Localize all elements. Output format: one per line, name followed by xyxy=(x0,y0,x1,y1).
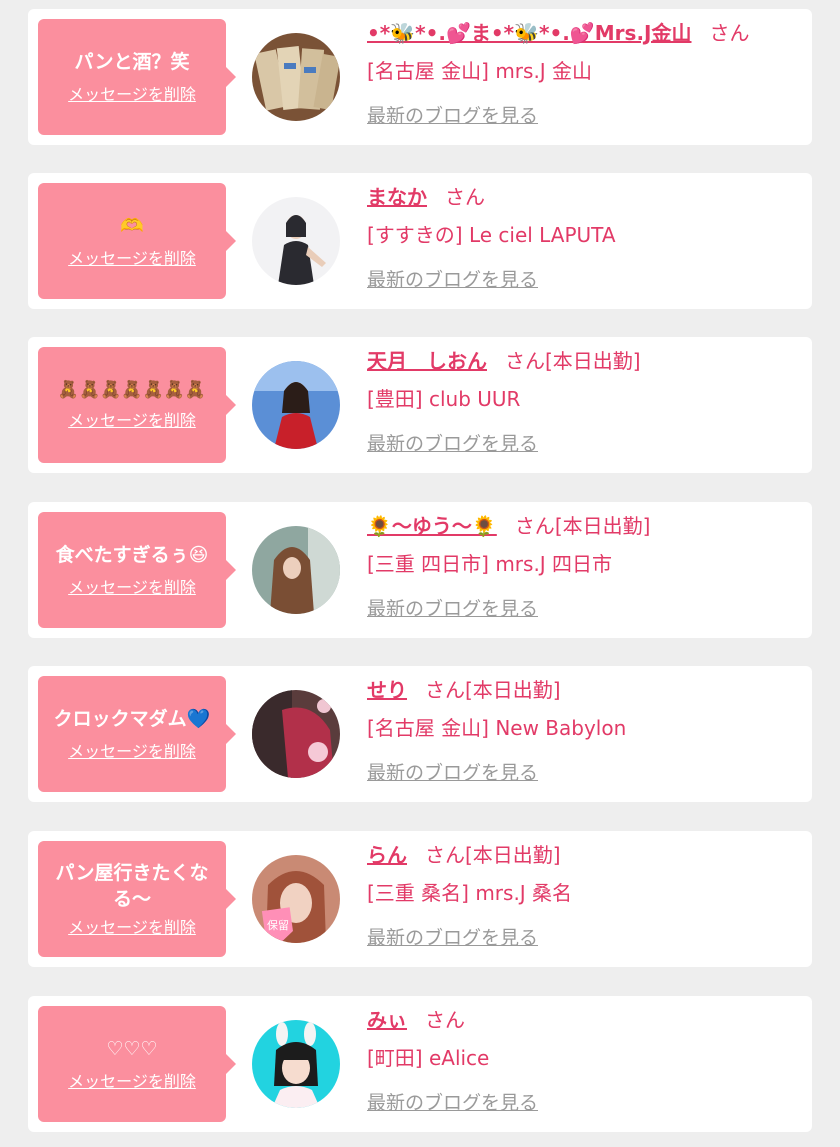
latest-blog-link[interactable]: 最新のブログを見る xyxy=(367,267,538,293)
woman-photo-avatar-icon: 保留 xyxy=(252,855,340,943)
member-info: らん さん[本日出勤] [三重 桑名] mrs.J 桑名 最新のブログを見る xyxy=(367,841,802,951)
message-list: パンと酒？笑 メッセージを削除 •*🐝*•.💕ま•*🐝*•.💕Mrs.J金山 さん… xyxy=(0,0,840,1147)
message-bubble: クロックマダム💙 メッセージを削除 xyxy=(38,676,236,792)
member-name-link[interactable]: •*🐝*•.💕ま•*🐝*•.💕Mrs.J金山 xyxy=(367,21,691,45)
member-name-link[interactable]: まなか xyxy=(367,185,427,209)
name-line: 🌻～ゆう～🌻 さん[本日出勤] xyxy=(367,512,802,540)
avatar[interactable] xyxy=(252,690,340,778)
message-card: 食べたすぎるぅ😆 メッセージを削除 🌻～ゆう～🌻 さん[本日出勤] [三重 四日市… xyxy=(28,502,812,638)
avatar[interactable]: 保留 xyxy=(252,855,340,943)
honorific: さん xyxy=(514,514,555,538)
message-text: 🧸🧸🧸🧸🧸🧸🧸 xyxy=(57,380,207,400)
name-line: みぃ さん xyxy=(367,1006,802,1034)
honorific: さん xyxy=(425,1008,465,1032)
shop-label: [三重 桑名] mrs.J 桑名 xyxy=(367,881,573,905)
shop-label: [三重 四日市] mrs.J 四日市 xyxy=(367,552,613,576)
woman-photo-avatar-icon xyxy=(252,197,340,285)
member-info: 天月 しおん さん[本日出勤] [豊田] club UUR 最新のブログを見る xyxy=(367,347,802,457)
honorific: さん xyxy=(709,21,750,45)
message-bubble: 食べたすぎるぅ😆 メッセージを削除 xyxy=(38,512,236,628)
member-info: せり さん[本日出勤] [名古屋 金山] New Babylon 最新のブログを見… xyxy=(367,676,802,786)
message-text: パンと酒？笑 xyxy=(74,51,190,73)
bread-photo-avatar-icon xyxy=(252,33,340,121)
delete-message-link[interactable]: メッセージを削除 xyxy=(68,411,196,431)
shop-label: [豊田] club UUR xyxy=(367,387,521,411)
delete-message-link[interactable]: メッセージを削除 xyxy=(68,249,196,269)
member-info: •*🐝*•.💕ま•*🐝*•.💕Mrs.J金山 さん [名古屋 金山] mrs.J … xyxy=(367,19,802,129)
avatar[interactable] xyxy=(252,197,340,285)
woman-photo-avatar-icon xyxy=(252,1020,340,1108)
shop-label: [すすきの] Le ciel LAPUTA xyxy=(367,223,616,247)
message-card: 🧸🧸🧸🧸🧸🧸🧸 メッセージを削除 天月 しおん さん[本日出勤] [豊田] clu… xyxy=(28,337,812,473)
honorific: さん xyxy=(425,843,465,867)
delete-message-link[interactable]: メッセージを削除 xyxy=(68,85,196,105)
member-name-link[interactable]: せり xyxy=(367,678,407,702)
shop-label: [町田] eAlice xyxy=(367,1046,490,1070)
name-line: せり さん[本日出勤] xyxy=(367,676,802,704)
status-badge: [本日出勤] xyxy=(465,843,561,867)
message-card: ♡♡♡ メッセージを削除 みぃ さん [町田] eAlice 最新のブログを見る xyxy=(28,996,812,1132)
latest-blog-link[interactable]: 最新のブログを見る xyxy=(367,103,538,129)
latest-blog-link[interactable]: 最新のブログを見る xyxy=(367,925,538,951)
member-name-link[interactable]: 天月 しおん xyxy=(367,349,487,373)
status-badge: [本日出勤] xyxy=(554,514,651,538)
avatar[interactable] xyxy=(252,361,340,449)
name-line: 天月 しおん さん[本日出勤] xyxy=(367,347,802,375)
message-card: パン屋行きたくなる～ メッセージを削除 保留 らん さん[本日出勤] [三重 桑名… xyxy=(28,831,812,967)
message-text: 食べたすぎるぅ😆 xyxy=(55,544,209,566)
message-bubble: パン屋行きたくなる～ メッセージを削除 xyxy=(38,841,236,957)
latest-blog-link[interactable]: 最新のブログを見る xyxy=(367,431,538,457)
delete-message-link[interactable]: メッセージを削除 xyxy=(68,578,196,598)
delete-message-link[interactable]: メッセージを削除 xyxy=(68,1072,196,1092)
member-name-link[interactable]: 🌻～ゆう～🌻 xyxy=(367,514,497,538)
message-bubble: ♡♡♡ メッセージを削除 xyxy=(38,1006,236,1122)
message-text: 🫶 xyxy=(120,215,144,237)
message-text: クロックマダム💙 xyxy=(53,708,211,730)
message-bubble: 🧸🧸🧸🧸🧸🧸🧸 メッセージを削除 xyxy=(38,347,236,463)
shop-label: [名古屋 金山] mrs.J 金山 xyxy=(367,59,593,83)
member-info: みぃ さん [町田] eAlice 最新のブログを見る xyxy=(367,1006,802,1116)
member-name-link[interactable]: みぃ xyxy=(367,1008,407,1032)
woman-photo-avatar-icon xyxy=(252,361,340,449)
delete-message-link[interactable]: メッセージを削除 xyxy=(68,918,196,938)
avatar[interactable] xyxy=(252,526,340,614)
member-name-link[interactable]: らん xyxy=(367,843,407,867)
message-bubble: 🫶 メッセージを削除 xyxy=(38,183,236,299)
message-bubble: パンと酒？笑 メッセージを削除 xyxy=(38,19,236,135)
avatar[interactable] xyxy=(252,33,340,121)
message-text: パン屋行きたくなる～ xyxy=(55,862,209,910)
avatar[interactable] xyxy=(252,1020,340,1108)
honorific: さん xyxy=(445,185,485,209)
latest-blog-link[interactable]: 最新のブログを見る xyxy=(367,596,538,622)
honorific: さん xyxy=(505,349,545,373)
delete-message-link[interactable]: メッセージを削除 xyxy=(68,742,196,762)
woman-photo-avatar-icon xyxy=(252,526,340,614)
message-text: ♡♡♡ xyxy=(106,1038,158,1060)
honorific: さん xyxy=(425,678,465,702)
name-line: •*🐝*•.💕ま•*🐝*•.💕Mrs.J金山 さん xyxy=(367,19,802,47)
name-line: らん さん[本日出勤] xyxy=(367,841,802,869)
woman-photo-avatar-icon xyxy=(252,690,340,778)
status-badge: [本日出勤] xyxy=(465,678,561,702)
status-badge: [本日出勤] xyxy=(545,349,641,373)
name-line: まなか さん xyxy=(367,183,802,211)
latest-blog-link[interactable]: 最新のブログを見る xyxy=(367,1090,538,1116)
latest-blog-link[interactable]: 最新のブログを見る xyxy=(367,760,538,786)
shop-label: [名古屋 金山] New Babylon xyxy=(367,716,627,740)
member-info: 🌻～ゆう～🌻 さん[本日出勤] [三重 四日市] mrs.J 四日市 最新のブログ… xyxy=(367,512,802,622)
message-card: クロックマダム💙 メッセージを削除 せり さん[本日出勤] [名古屋 金山] Ne… xyxy=(28,666,812,802)
message-card: 🫶 メッセージを削除 まなか さん [すすきの] Le ciel LAPUTA 最… xyxy=(28,173,812,309)
message-card: パンと酒？笑 メッセージを削除 •*🐝*•.💕ま•*🐝*•.💕Mrs.J金山 さん… xyxy=(28,9,812,145)
hold-sticker: 保留 xyxy=(267,918,289,932)
member-info: まなか さん [すすきの] Le ciel LAPUTA 最新のブログを見る xyxy=(367,183,802,293)
